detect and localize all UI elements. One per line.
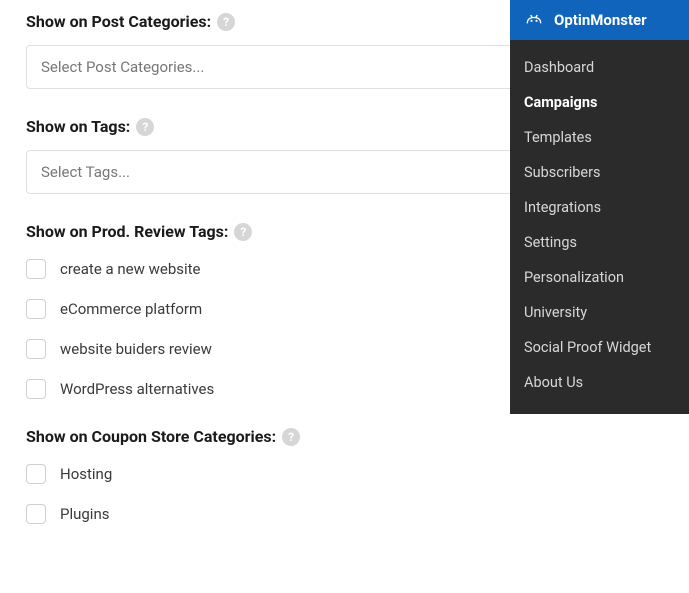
checkbox-row[interactable]: Hosting [26, 464, 663, 484]
sidebar: OptinMonster Dashboard Campaigns Templat… [510, 0, 689, 414]
help-icon[interactable]: ? [282, 428, 300, 446]
help-icon[interactable]: ? [136, 118, 154, 136]
sidebar-item-dashboard[interactable]: Dashboard [510, 50, 689, 85]
help-icon[interactable]: ? [234, 223, 252, 241]
sidebar-item-campaigns[interactable]: Campaigns [510, 85, 689, 120]
section-title: Show on Post Categories: [26, 12, 211, 31]
checkbox-label: Hosting [60, 465, 112, 483]
sidebar-item-subscribers[interactable]: Subscribers [510, 155, 689, 190]
checkbox-label: WordPress alternatives [60, 380, 214, 398]
section-title-row: Show on Coupon Store Categories: ? [26, 427, 663, 446]
section-title: Show on Prod. Review Tags: [26, 222, 228, 241]
brand-icon [524, 10, 544, 30]
section-title: Show on Coupon Store Categories: [26, 427, 276, 446]
section-title: Show on Tags: [26, 117, 130, 136]
checkbox-label: create a new website [60, 260, 201, 278]
brand-title: OptinMonster [554, 11, 647, 29]
checkbox-icon[interactable] [26, 259, 46, 279]
sidebar-items: Dashboard Campaigns Templates Subscriber… [510, 40, 689, 414]
sidebar-item-templates[interactable]: Templates [510, 120, 689, 155]
sidebar-item-integrations[interactable]: Integrations [510, 190, 689, 225]
sidebar-header: OptinMonster [510, 0, 689, 40]
checkbox-row[interactable]: Plugins [26, 504, 663, 524]
checkbox-label: Plugins [60, 505, 109, 523]
sidebar-item-personalization[interactable]: Personalization [510, 260, 689, 295]
help-icon[interactable]: ? [217, 13, 235, 31]
section-coupon-store: Show on Coupon Store Categories: ? Hosti… [26, 427, 663, 524]
sidebar-item-about-us[interactable]: About Us [510, 365, 689, 400]
checkbox-icon[interactable] [26, 379, 46, 399]
sidebar-item-social-proof-widget[interactable]: Social Proof Widget [510, 330, 689, 365]
checkbox-icon[interactable] [26, 299, 46, 319]
checkbox-icon[interactable] [26, 339, 46, 359]
checkbox-icon[interactable] [26, 464, 46, 484]
sidebar-item-settings[interactable]: Settings [510, 225, 689, 260]
checkbox-label: eCommerce platform [60, 300, 202, 318]
checkbox-icon[interactable] [26, 504, 46, 524]
sidebar-item-university[interactable]: University [510, 295, 689, 330]
checkbox-label: website buiders review [60, 340, 212, 358]
coupon-store-list: Hosting Plugins [26, 464, 663, 524]
